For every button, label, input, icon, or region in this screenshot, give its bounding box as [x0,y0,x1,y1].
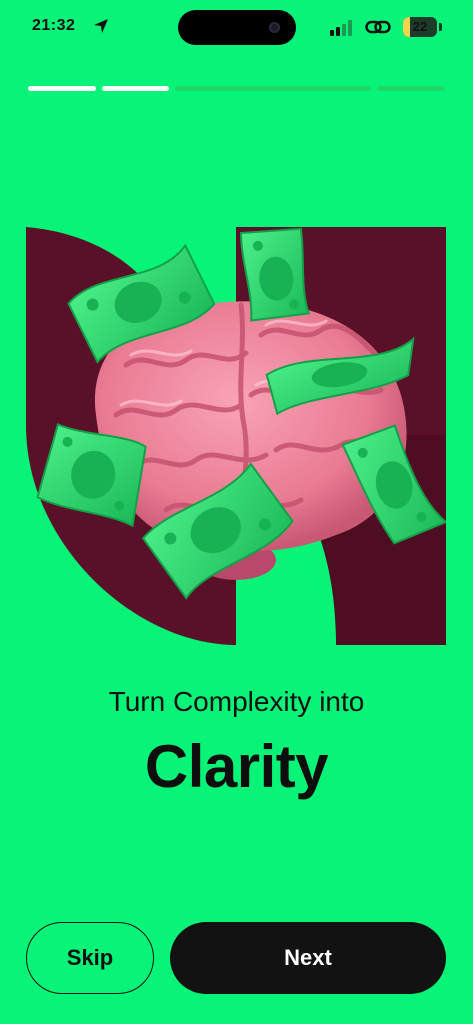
camera-icon [269,22,280,33]
progress-segment [175,86,372,91]
battery-icon: 22 [403,17,437,37]
cellular-signal-icon [330,20,352,36]
onboarding-subtitle: Turn Complexity into [108,686,365,717]
status-time: 21:32 [32,17,76,34]
status-bar: 21:32 22 [0,0,473,52]
progress-segment [377,86,445,91]
dynamic-island [178,10,296,45]
dollar-bill [239,227,311,322]
battery-level: 22 [412,19,428,34]
progress-segment [101,86,170,91]
link-icon [365,20,391,34]
battery-cap [439,23,442,31]
onboarding-progress [28,86,445,91]
skip-button[interactable]: Skip [26,922,154,994]
location-arrow-icon [94,19,108,33]
progress-segment [28,86,96,91]
onboarding-title: Clarity [144,733,329,800]
next-button[interactable]: Next [170,922,446,994]
brain-money-illustration [26,227,446,645]
